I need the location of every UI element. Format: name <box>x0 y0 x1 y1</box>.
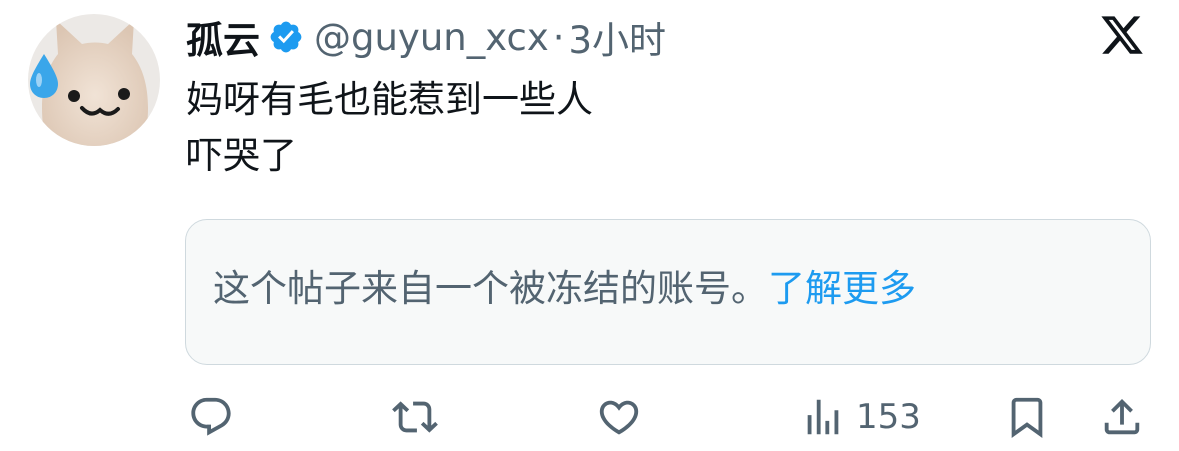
like-button[interactable] <box>596 394 642 440</box>
suspended-account-notice: 这个帖子来自一个被冻结的账号。了解更多 <box>185 219 1151 365</box>
tweet-text: 妈呀有毛也能惹到一些人 吓哭了 <box>186 72 593 184</box>
avatar[interactable] <box>28 14 160 146</box>
views-count: 153 <box>856 397 921 437</box>
tweet-header: 孤云 @guyun_xcx · 3小时 <box>186 10 666 64</box>
tweet-line-2: 吓哭了 <box>186 134 297 177</box>
retweet-icon <box>392 401 438 433</box>
x-logo-icon[interactable] <box>1098 12 1146 58</box>
bookmark-icon <box>1011 397 1043 438</box>
author-handle[interactable]: @guyun_xcx <box>314 16 549 59</box>
separator-dot: · <box>552 15 565 59</box>
share-button[interactable] <box>1099 394 1145 440</box>
notice-text-container: 这个帖子来自一个被冻结的账号。了解更多 <box>213 264 916 314</box>
notice-message: 这个帖子来自一个被冻结的账号。 <box>213 267 768 310</box>
share-icon <box>1104 398 1140 435</box>
timestamp[interactable]: 3小时 <box>568 10 666 64</box>
learn-more-link[interactable]: 了解更多 <box>768 267 916 310</box>
views-button[interactable]: 153 <box>800 394 921 440</box>
retweet-button[interactable] <box>392 394 438 440</box>
reply-button[interactable] <box>188 394 234 440</box>
author-name[interactable]: 孤云 <box>186 10 260 64</box>
tweet-line-1: 妈呀有毛也能惹到一些人 <box>186 78 593 121</box>
verified-badge-icon[interactable] <box>268 19 304 55</box>
bookmark-button[interactable] <box>1004 394 1050 440</box>
views-icon <box>807 399 839 435</box>
reply-icon <box>191 397 231 436</box>
like-icon <box>599 400 639 435</box>
